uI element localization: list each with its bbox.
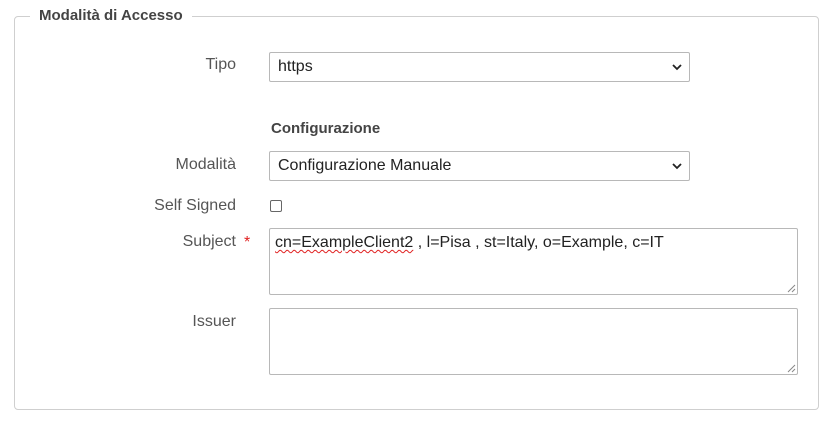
fieldset-legend: Modalità di Accesso bbox=[30, 6, 192, 26]
self-signed-checkbox[interactable] bbox=[270, 200, 282, 212]
tipo-selected-value: https bbox=[278, 58, 313, 75]
subject-textarea[interactable]: cn=ExampleClient2 , l=Pisa , st=Italy, o… bbox=[269, 228, 798, 295]
self-signed-label: Self Signed bbox=[154, 197, 236, 214]
subject-value-part1: cn=ExampleClient2 bbox=[275, 234, 414, 251]
subject-value-part2: , l=Pisa , st=Italy, o=Example, c=IT bbox=[413, 234, 664, 251]
chevron-down-icon bbox=[672, 64, 682, 71]
tipo-label: Tipo bbox=[205, 56, 236, 73]
required-marker: * bbox=[244, 234, 251, 251]
subject-label: Subject bbox=[182, 233, 236, 250]
modalita-selected-value: Configurazione Manuale bbox=[278, 157, 452, 174]
resize-grip-icon[interactable] bbox=[787, 284, 796, 293]
modalita-select[interactable]: Configurazione Manuale bbox=[269, 151, 690, 181]
issuer-textarea[interactable] bbox=[269, 308, 798, 375]
configurazione-section-title: Configurazione bbox=[271, 120, 381, 137]
resize-grip-icon[interactable] bbox=[787, 364, 796, 373]
tipo-select[interactable]: https bbox=[269, 52, 690, 82]
chevron-down-icon bbox=[672, 163, 682, 170]
issuer-label: Issuer bbox=[192, 313, 236, 330]
modalita-label: Modalità bbox=[175, 156, 236, 173]
